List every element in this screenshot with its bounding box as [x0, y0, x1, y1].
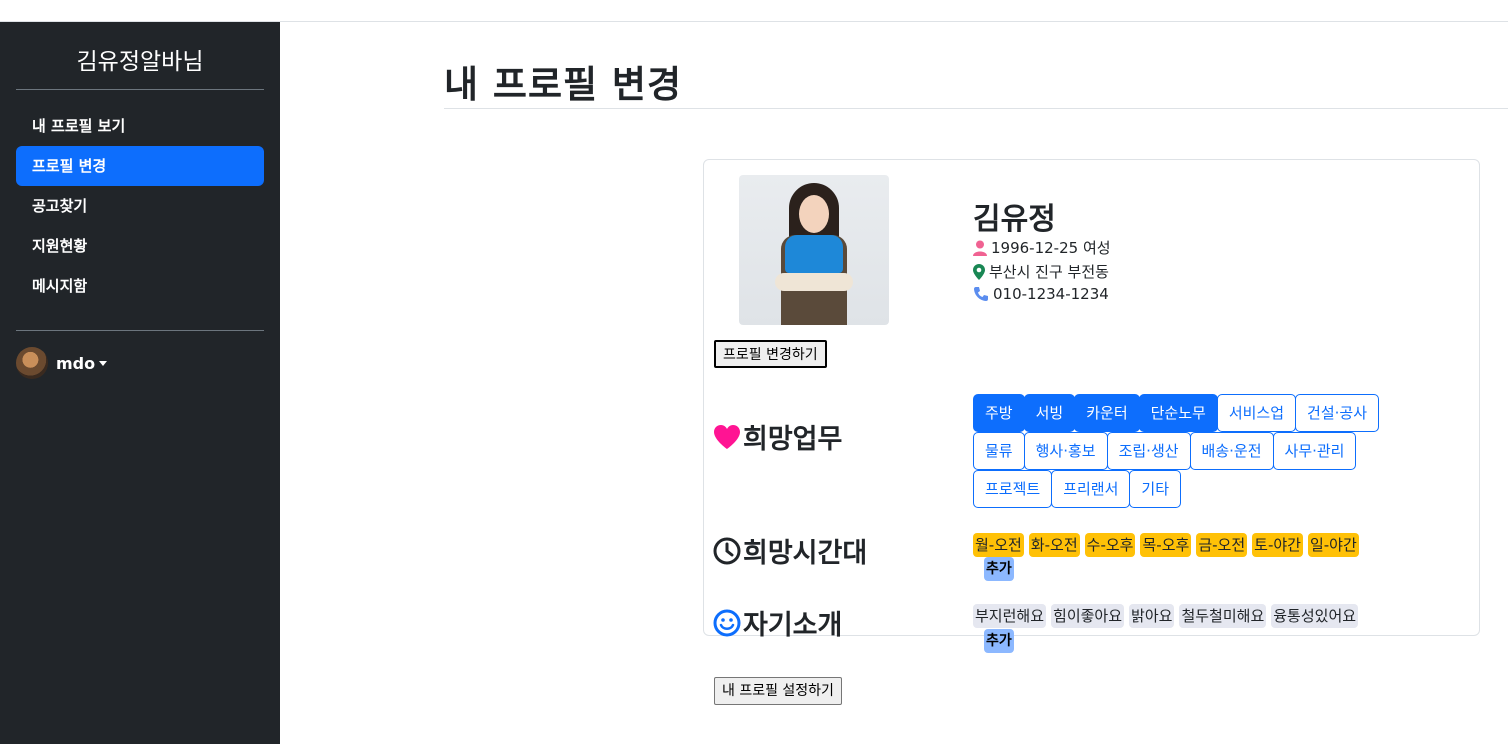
intro-chips: 부지런해요 힘이좋아요 밝아요 철두철미해요 융통성있어요	[973, 604, 1363, 628]
sidebar-nav: 내 프로필 보기 프로필 변경 공고찾기 지원현황 메시지함	[16, 106, 264, 306]
person-icon	[973, 240, 987, 256]
job-tag-freelancer[interactable]: 프리랜서	[1051, 470, 1131, 508]
sidebar-item-applications[interactable]: 지원현황	[16, 226, 264, 266]
main-content: 내 프로필 변경 김유정 1996-12-25 여성 부산시 진구 부전동 01…	[280, 22, 1508, 744]
location-pin-icon	[973, 263, 985, 280]
add-time-button[interactable]: 추가	[984, 557, 1014, 581]
job-tag-counter[interactable]: 카운터	[1074, 394, 1140, 432]
time-chip[interactable]: 금-오전	[1196, 533, 1248, 557]
top-bar	[0, 0, 1508, 22]
time-chip[interactable]: 토-야간	[1252, 533, 1303, 557]
times-label-row: 희망시간대	[713, 531, 867, 570]
job-tag-labor[interactable]: 단순노무	[1138, 394, 1218, 432]
sidebar-item-find-jobs[interactable]: 공고찾기	[16, 186, 264, 226]
jobs-label-row: 희망업무	[713, 417, 842, 456]
time-chip[interactable]: 수-오후	[1084, 533, 1136, 557]
avatar	[16, 347, 48, 379]
sidebar: 김유정알바님 내 프로필 보기 프로필 변경 공고찾기 지원현황 메시지함 md…	[0, 22, 280, 744]
time-chips: 월-오전 화-오전 수-오후 목-오후 금-오전 토-야간 일-야간	[973, 533, 1364, 557]
job-tag-office[interactable]: 사무·관리	[1272, 432, 1357, 470]
job-tag-delivery[interactable]: 배송·운전	[1189, 432, 1274, 470]
page-title: 내 프로필 변경	[444, 63, 683, 106]
jobs-label: 희망업무	[743, 424, 843, 455]
save-profile-button[interactable]: 내 프로필 설정하기	[714, 677, 842, 705]
user-name: mdo	[56, 353, 96, 373]
sidebar-item-view-profile[interactable]: 내 프로필 보기	[16, 106, 264, 146]
sidebar-divider	[16, 330, 264, 331]
job-tag-kitchen[interactable]: 주방	[973, 394, 1025, 432]
sidebar-item-messages[interactable]: 메시지함	[16, 266, 264, 306]
clock-icon	[713, 537, 741, 564]
phone-row: 010-1234-1234	[973, 285, 1109, 303]
intro-chip[interactable]: 밝아요	[1129, 604, 1175, 628]
profile-photo	[739, 175, 889, 325]
smile-icon	[713, 609, 741, 636]
intro-chip[interactable]: 철두철미해요	[1179, 604, 1267, 628]
job-tag-serving[interactable]: 서빙	[1023, 394, 1076, 432]
intro-chip[interactable]: 부지런해요	[973, 604, 1047, 628]
time-chip[interactable]: 일-야간	[1307, 533, 1359, 557]
phone-icon	[974, 287, 988, 301]
times-label: 희망시간대	[743, 538, 868, 569]
heart-icon	[714, 424, 740, 449]
phone-text: 010-1234-1234	[993, 285, 1109, 303]
address-row: 부산시 진구 부전동	[973, 261, 1109, 282]
job-tag-etc[interactable]: 기타	[1129, 470, 1182, 508]
change-profile-button[interactable]: 프로필 변경하기	[714, 340, 827, 368]
intro-label-row: 자기소개	[713, 603, 842, 642]
job-tag-event[interactable]: 행사·홍보	[1023, 432, 1108, 470]
sidebar-brand[interactable]: 김유정알바님	[16, 22, 264, 90]
title-divider	[444, 108, 1508, 109]
job-tags: 주방 서빙 카운터 단순노무 서비스업 건설·공사 물류 행사·홍보 조립·생산…	[973, 394, 1423, 508]
job-tag-logistics[interactable]: 물류	[973, 432, 1025, 470]
intro-chip[interactable]: 힘이좋아요	[1051, 604, 1125, 628]
intro-label: 자기소개	[743, 610, 843, 641]
address-text: 부산시 진구 부전동	[989, 263, 1109, 281]
job-tag-service[interactable]: 서비스업	[1216, 394, 1297, 432]
birth-gender-row: 1996-12-25 여성	[973, 237, 1111, 258]
time-chip[interactable]: 화-오전	[1028, 533, 1080, 557]
time-chip[interactable]: 목-오후	[1140, 533, 1192, 557]
caret-down-icon	[99, 360, 108, 366]
time-chip[interactable]: 월-오전	[973, 533, 1024, 557]
add-intro-button[interactable]: 추가	[984, 629, 1014, 653]
user-dropdown[interactable]: mdo	[16, 347, 264, 379]
sidebar-item-edit-profile[interactable]: 프로필 변경	[16, 146, 264, 186]
job-tag-project[interactable]: 프로젝트	[973, 470, 1053, 508]
birth-gender-text: 1996-12-25 여성	[991, 239, 1111, 257]
job-tag-assembly[interactable]: 조립·생산	[1106, 432, 1191, 470]
job-tag-construction[interactable]: 건설·공사	[1295, 394, 1379, 432]
intro-chip[interactable]: 융통성있어요	[1271, 604, 1359, 628]
profile-name: 김유정	[973, 202, 1056, 237]
